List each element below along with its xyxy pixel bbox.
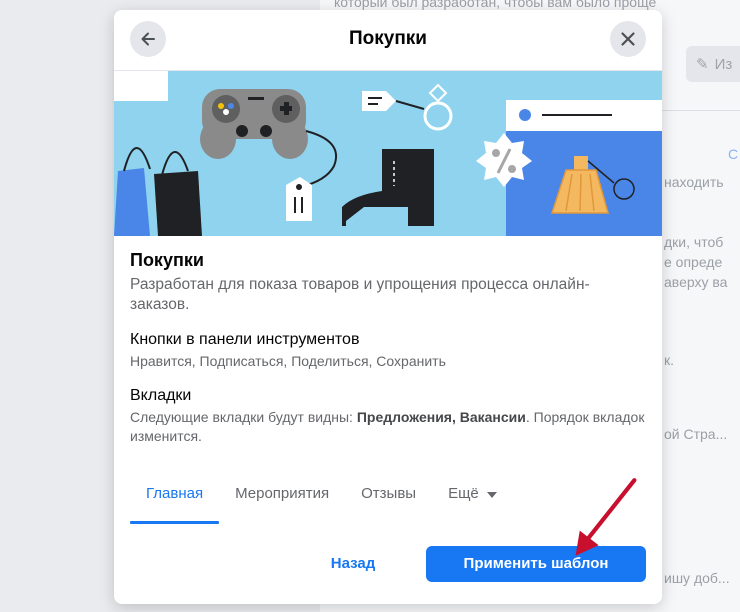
back-button[interactable]: Назад	[320, 546, 386, 582]
template-dialog: Покупки Покупки Разработан для показа то…	[114, 10, 662, 604]
background-text: е опреде	[664, 254, 723, 270]
background-text: находить	[664, 174, 724, 190]
background-edit-label: Из	[714, 55, 733, 73]
tabs-description-highlight: Предложения, Вакансии	[356, 409, 526, 425]
pencil-icon: ✎	[696, 56, 709, 73]
template-description: Разработан для показа товаров и упрощени…	[130, 276, 590, 313]
tab-home[interactable]: Главная	[130, 472, 220, 524]
tab-label: Главная	[146, 485, 204, 502]
dialog-title: Покупки	[348, 28, 427, 49]
tab-label: Мероприятия	[235, 485, 330, 502]
background-text: который был разработан, чтобы вам было п…	[334, 0, 657, 10]
tab-reviews[interactable]: Отзывы	[345, 472, 432, 524]
arrow-left-icon	[141, 32, 155, 46]
tab-label: Отзывы	[361, 485, 417, 502]
tabs-description: Следующие вкладки будут видны: Предложен…	[130, 408, 646, 446]
template-name: Покупки	[130, 250, 204, 270]
tab-more[interactable]: Ещё	[432, 472, 513, 524]
toolbar-buttons-list: Нравится, Подписаться, Поделиться, Сохра…	[130, 353, 446, 369]
shopping-banner-illustration	[114, 71, 662, 236]
close-button[interactable]	[610, 21, 646, 57]
background-text: аверху ва	[664, 274, 728, 290]
tab-events[interactable]: Мероприятия	[219, 472, 345, 524]
toolbar-buttons-heading: Кнопки в панели инструментов	[130, 331, 360, 348]
tabs-description-prefix: Следующие вкладки будут видны:	[130, 409, 357, 425]
background-text: ой Стра...	[664, 426, 728, 442]
background-text: дки, чтоб	[664, 234, 724, 250]
template-details: Покупки Разработан для показа товаров и …	[114, 236, 662, 446]
preview-tabs: Главная Мероприятия Отзывы Ещё	[130, 472, 513, 524]
background-edit-button[interactable]: ✎ Из	[686, 46, 740, 82]
background-text: С	[728, 146, 739, 162]
close-icon	[621, 32, 635, 46]
banner-svg	[114, 71, 662, 236]
tabs-heading: Вкладки	[130, 387, 192, 404]
back-arrow-button[interactable]	[130, 21, 166, 57]
dialog-header: Покупки	[114, 10, 662, 71]
caret-down-icon	[486, 472, 497, 516]
background-text: ишу доб...	[664, 570, 730, 586]
tab-label: Ещё	[448, 485, 479, 502]
apply-template-button[interactable]: Применить шаблон	[426, 546, 646, 582]
background-text: к.	[664, 352, 675, 368]
